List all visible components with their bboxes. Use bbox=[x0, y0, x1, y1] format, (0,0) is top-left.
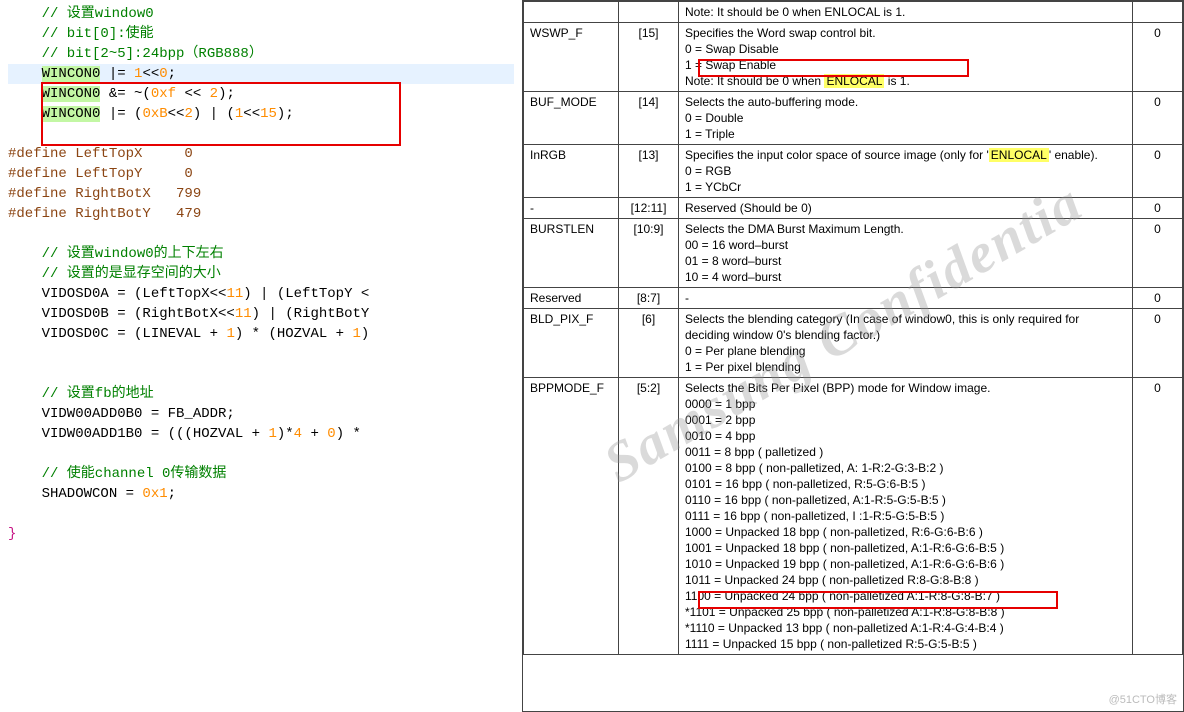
reg-desc: Selects the blending category (In case o… bbox=[679, 309, 1133, 378]
reg-bit: [8:7] bbox=[619, 288, 679, 309]
reg-reset: 0 bbox=[1133, 219, 1183, 288]
reg-bit: [5:2] bbox=[619, 378, 679, 655]
code-line: VIDW00ADD1B0 = (((HOZVAL + 1)*4 + 0) * bbox=[8, 424, 514, 444]
blog-watermark: @51CTO博客 bbox=[1109, 691, 1177, 707]
reg-name: - bbox=[524, 198, 619, 219]
reg-name: WSWP_F bbox=[524, 23, 619, 92]
code-editor: // 设置window0 // bit[0]:使能 // bit[2~5]:24… bbox=[0, 0, 522, 712]
code-comment: // bit[2~5]:24bpp（RGB888） bbox=[8, 46, 263, 62]
code-line: WINCON0 |= 1<<0; bbox=[8, 64, 514, 84]
reg-reset: 0 bbox=[1133, 378, 1183, 655]
closing-brace: } bbox=[8, 526, 16, 542]
code-comment: // bit[0]:使能 bbox=[8, 26, 154, 42]
reg-bit: [12:11] bbox=[619, 198, 679, 219]
reg-name: BLD_PIX_F bbox=[524, 309, 619, 378]
reg-reset: 0 bbox=[1133, 309, 1183, 378]
cell-note: Note: It should be 0 when ENLOCAL is 1. bbox=[679, 2, 1133, 23]
reg-reset: 0 bbox=[1133, 92, 1183, 145]
reg-bit: [6] bbox=[619, 309, 679, 378]
reg-bit: [13] bbox=[619, 145, 679, 198]
reg-name: Reserved bbox=[524, 288, 619, 309]
register-table-pane: Note: It should be 0 when ENLOCAL is 1. … bbox=[522, 0, 1184, 712]
code-comment: // 使能channel 0传输数据 bbox=[8, 466, 226, 482]
define-line: #define LeftTopY 0 bbox=[8, 166, 193, 182]
code-comment: // 设置window0 bbox=[8, 6, 154, 22]
code-line: SHADOWCON = 0x1; bbox=[8, 484, 514, 504]
reg-bit: [15] bbox=[619, 23, 679, 92]
reg-bit: [10:9] bbox=[619, 219, 679, 288]
define-line: #define LeftTopX 0 bbox=[8, 146, 193, 162]
reg-reset: 0 bbox=[1133, 198, 1183, 219]
code-line: WINCON0 &= ~(0xf << 2); bbox=[8, 84, 514, 104]
reg-desc: Selects the Bits Per Pixel (BPP) mode fo… bbox=[679, 378, 1133, 655]
reg-desc: Specifies the Word swap control bit.0 = … bbox=[679, 23, 1133, 92]
define-line: #define RightBotX 799 bbox=[8, 186, 201, 202]
reg-desc: Reserved (Should be 0) bbox=[679, 198, 1133, 219]
register-table: Note: It should be 0 when ENLOCAL is 1. … bbox=[523, 1, 1183, 655]
code-comment: // 设置fb的地址 bbox=[8, 386, 154, 402]
reg-name: BUF_MODE bbox=[524, 92, 619, 145]
code-comment: // 设置window0的上下左右 bbox=[8, 246, 224, 262]
code-line: WINCON0 |= (0xB<<2) | (1<<15); bbox=[8, 104, 514, 124]
reg-reset: 0 bbox=[1133, 145, 1183, 198]
reg-bit: [14] bbox=[619, 92, 679, 145]
reg-name: BURSTLEN bbox=[524, 219, 619, 288]
reg-reset: 0 bbox=[1133, 288, 1183, 309]
reg-desc: Selects the auto-buffering mode.0 = Doub… bbox=[679, 92, 1133, 145]
reg-reset: 0 bbox=[1133, 23, 1183, 92]
reg-desc: - bbox=[679, 288, 1133, 309]
reg-name: InRGB bbox=[524, 145, 619, 198]
code-comment: // 设置的是显存空间的大小 bbox=[8, 266, 221, 282]
code-line: VIDOSD0B = (RightBotX<<11) | (RightBotY bbox=[8, 304, 514, 324]
code-line: VIDOSD0A = (LeftTopX<<11) | (LeftTopY < bbox=[8, 284, 514, 304]
code-line: VIDOSD0C = (LINEVAL + 1) * (HOZVAL + 1) bbox=[8, 324, 514, 344]
reg-desc: Selects the DMA Burst Maximum Length.00 … bbox=[679, 219, 1133, 288]
define-line: #define RightBotY 479 bbox=[8, 206, 201, 222]
reg-desc: Specifies the input color space of sourc… bbox=[679, 145, 1133, 198]
reg-name: BPPMODE_F bbox=[524, 378, 619, 655]
code-line: VIDW00ADD0B0 = FB_ADDR; bbox=[8, 404, 514, 424]
